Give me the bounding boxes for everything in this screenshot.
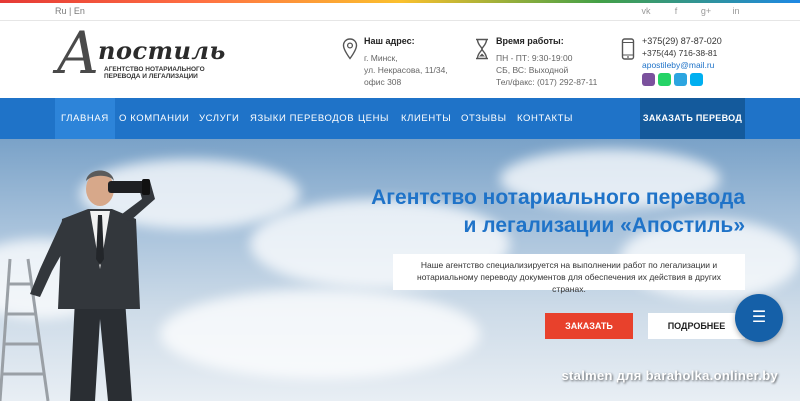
nav-item-services[interactable]: УСЛУГИ <box>199 98 239 139</box>
email-link[interactable]: apostileby@mail.ru <box>642 60 714 70</box>
skype-icon[interactable] <box>690 73 703 86</box>
hero-title-line: Агентство нотариального перевода <box>371 186 745 209</box>
logo-subtitle: Агентство нотариального перевода и легал… <box>104 66 205 80</box>
logo-letter: А <box>56 19 100 87</box>
telegram-icon[interactable] <box>674 73 687 86</box>
hero-more-button[interactable]: ПОДРОБНЕЕ <box>648 313 745 339</box>
hero-title: Агентство нотариального перевода и легал… <box>371 184 745 240</box>
hero-title-line: и легализации «Апостиль» <box>463 214 745 237</box>
mobile-phone-icon <box>621 38 635 60</box>
hours-title: Время работы: <box>496 36 564 46</box>
address-line: г. Минск, <box>364 53 398 63</box>
lang-en-link[interactable]: En <box>74 6 85 16</box>
cloud <box>160 289 480 379</box>
phone-primary[interactable]: +375(29) 87-87-020 <box>642 36 722 46</box>
hamburger-icon: ☰ <box>751 309 767 326</box>
hero-order-button[interactable]: ЗАКАЗАТЬ <box>545 313 633 339</box>
nav-item-home[interactable]: ГЛАВНАЯ <box>55 98 115 139</box>
hours-line: Тел/факс: (017) 292-87-11 <box>496 77 598 87</box>
site-logo[interactable]: А постиль Агентство нотариального перево… <box>56 24 226 90</box>
hours-line: СБ, ВС: Выходной <box>496 65 569 75</box>
order-translation-button[interactable]: ЗАКАЗАТЬ ПЕРЕВОД <box>640 98 745 139</box>
linkedin-icon[interactable]: in <box>730 5 742 17</box>
google-plus-icon[interactable]: g+ <box>700 5 712 17</box>
floating-menu-button[interactable]: ☰ <box>735 294 783 342</box>
main-navigation: ГЛАВНАЯ О КОМПАНИИ УСЛУГИ ЯЗЫКИ ПЕРЕВОДО… <box>0 98 800 139</box>
address-line: ул. Некрасова, 11/34, <box>364 65 448 75</box>
site-header: А постиль Агентство нотариального перево… <box>0 22 800 98</box>
social-links: vk f g+ in <box>640 5 742 17</box>
viber-icon[interactable] <box>642 73 655 86</box>
top-utility-bar: Ru | En vk f g+ in <box>0 3 800 21</box>
hero-banner: Агентство нотариального перевода и легал… <box>0 139 800 401</box>
hours-line: ПН - ПТ: 9:30-19:00 <box>496 53 573 63</box>
hero-description: Наше агентство специализируется на выпол… <box>393 254 745 294</box>
messenger-icons <box>642 73 712 87</box>
hours-block: Время работы: ПН - ПТ: 9:30-19:00 СБ, ВС… <box>474 36 604 96</box>
phone-secondary[interactable]: +375(44) 716-38-81 <box>642 48 717 58</box>
nav-item-contacts[interactable]: КОНТАКТЫ <box>517 98 573 139</box>
nav-item-languages[interactable]: ЯЗЫКИ ПЕРЕВОДОВ <box>250 98 354 139</box>
nav-item-reviews[interactable]: ОТЗЫВЫ <box>461 98 507 139</box>
whatsapp-icon[interactable] <box>658 73 671 86</box>
lang-separator: | <box>69 6 72 16</box>
logo-word: постиль <box>98 36 226 65</box>
language-switcher: Ru | En <box>55 6 85 16</box>
vk-icon[interactable]: vk <box>640 5 652 17</box>
facebook-icon[interactable]: f <box>670 5 682 17</box>
contacts-block: +375(29) 87-87-020 +375(44) 716-38-81 ap… <box>620 36 745 100</box>
businessman-with-binoculars-image <box>0 170 155 401</box>
watermark-text: stalmen для baraholka.onliner.by <box>561 368 778 383</box>
address-block: Наш адрес: г. Минск, ул. Некрасова, 11/3… <box>342 36 462 96</box>
lang-ru-link[interactable]: Ru <box>55 6 67 16</box>
nav-item-about[interactable]: О КОМПАНИИ <box>119 98 189 139</box>
map-pin-icon <box>342 38 358 60</box>
nav-item-clients[interactable]: КЛИЕНТЫ <box>401 98 451 139</box>
address-line: офис 308 <box>364 77 402 87</box>
hourglass-icon <box>476 38 488 60</box>
address-title: Наш адрес: <box>364 36 415 46</box>
nav-item-prices[interactable]: ЦЕНЫ <box>358 98 389 139</box>
